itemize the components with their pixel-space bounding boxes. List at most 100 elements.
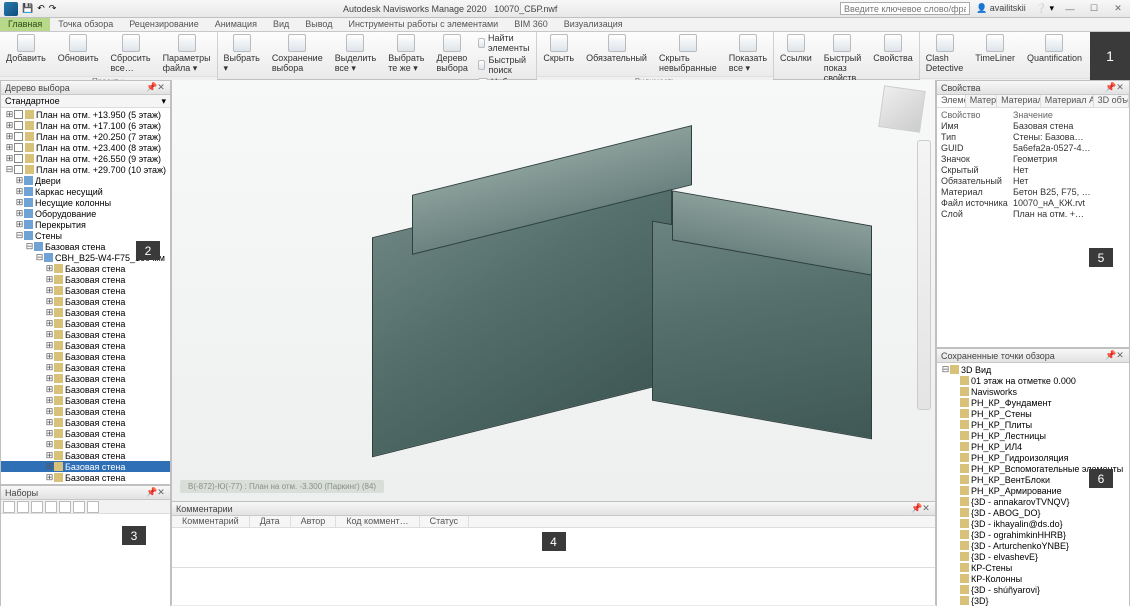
expand-icon[interactable]: ⊞	[45, 274, 54, 285]
ribbon-button[interactable]: Показать все ▾	[723, 32, 773, 76]
column-header[interactable]: Код коммент…	[336, 516, 419, 527]
expand-icon[interactable]: ⊞	[15, 186, 24, 197]
viewpoint-row[interactable]: 01 этаж на отметке 0.000	[937, 375, 1129, 386]
expand-icon[interactable]: ⊞	[45, 362, 54, 373]
tree-row[interactable]: ⊟План на отм. +29.700 (10 этаж)	[1, 164, 170, 175]
ribbon-button[interactable]: Скрыть	[537, 32, 580, 76]
property-row[interactable]: ОбязательныйНет	[937, 176, 1129, 187]
viewpoint-row[interactable]: {3D - shúñyarovi}	[937, 584, 1129, 595]
viewpoint-row[interactable]: КР-Колонны	[937, 573, 1129, 584]
window-minimize-icon[interactable]: —	[1058, 4, 1082, 14]
tree-row[interactable]: ⊞Базовая стена	[1, 340, 170, 351]
sets-tool-button[interactable]	[3, 501, 15, 513]
expand-icon[interactable]: ⊞	[5, 109, 14, 120]
ribbon-tab[interactable]: Точка обзора	[50, 18, 121, 31]
ribbon-button[interactable]: Clash Detective	[920, 32, 970, 78]
close-icon[interactable]: ✕	[1115, 82, 1125, 93]
expand-icon[interactable]: ⊞	[45, 285, 54, 296]
help-icon[interactable]: ❔ ▾	[1032, 3, 1058, 14]
expand-icon[interactable]: ⊞	[45, 307, 54, 318]
expand-icon[interactable]: ⊞	[45, 417, 54, 428]
qat-save-icon[interactable]: 💾	[22, 3, 33, 14]
viewpoint-row[interactable]: {3D}	[937, 595, 1129, 606]
property-row[interactable]: ЗначокГеометрия	[937, 154, 1129, 165]
sets-tool-button[interactable]	[87, 501, 99, 513]
property-row[interactable]: ИмяБазовая стена	[937, 121, 1129, 132]
checkbox[interactable]	[14, 110, 23, 119]
window-close-icon[interactable]: ✕	[1106, 3, 1130, 14]
tree-row[interactable]: ⊞Базовая стена	[1, 417, 170, 428]
app-logo-icon[interactable]	[4, 2, 18, 16]
pin-icon[interactable]: 📌	[1105, 350, 1115, 361]
ribbon-tab[interactable]: Вывод	[297, 18, 340, 31]
viewpoint-row[interactable]: {3D - ikhayalin@ds.do}	[937, 518, 1129, 529]
viewpoint-row[interactable]: РН_КР_Стены	[937, 408, 1129, 419]
tree-row[interactable]: ⊞Оборудование	[1, 208, 170, 219]
tree-row[interactable]: ⊞Базовая стена	[1, 318, 170, 329]
tree-row[interactable]: ⊞Базовая стена	[1, 274, 170, 285]
viewpoint-row[interactable]: Navisworks	[937, 386, 1129, 397]
ribbon-button[interactable]: Быстрый показ свойств	[818, 32, 868, 85]
tree-row[interactable]: ⊞Двери	[1, 175, 170, 186]
tree-row[interactable]: ⊞План на отм. +20.250 (7 этаж)	[1, 131, 170, 142]
sets-tool-button[interactable]	[31, 501, 43, 513]
expand-icon[interactable]: ⊞	[5, 153, 14, 164]
ribbon-button[interactable]: Параметры файла ▾	[157, 32, 217, 76]
ribbon-tab[interactable]: BIM 360	[506, 18, 556, 31]
expand-icon[interactable]: ⊞	[45, 472, 54, 483]
pin-icon[interactable]: 📌	[911, 503, 921, 514]
close-icon[interactable]: ✕	[156, 82, 166, 93]
viewpoint-row[interactable]: {3D - ArturchenkoYNBE}	[937, 540, 1129, 551]
pin-icon[interactable]: 📌	[146, 487, 156, 498]
ribbon-button-small[interactable]: Найти элементы	[474, 32, 536, 54]
tree-row[interactable]: ⊞Базовая стена	[1, 296, 170, 307]
close-icon[interactable]: ✕	[1115, 350, 1125, 361]
expand-icon[interactable]: ⊞	[45, 406, 54, 417]
expand-icon[interactable]: ⊟	[941, 364, 950, 375]
close-icon[interactable]: ✕	[156, 487, 166, 498]
expand-icon[interactable]: ⊞	[45, 296, 54, 307]
tree-row[interactable]: ⊞План на отм. +23.400 (8 этаж)	[1, 142, 170, 153]
viewpoint-row[interactable]: ⊟3D Вид	[937, 364, 1129, 375]
expand-icon[interactable]: ⊞	[45, 373, 54, 384]
checkbox[interactable]	[14, 154, 23, 163]
ribbon-tab[interactable]: Анимация	[207, 18, 265, 31]
expand-icon[interactable]: ⊞	[45, 329, 54, 340]
expand-icon[interactable]: ⊞	[15, 219, 24, 230]
property-tab[interactable]: 3D объекты	[1094, 95, 1129, 107]
sets-tool-button[interactable]	[45, 501, 57, 513]
expand-icon[interactable]: ⊞	[15, 197, 24, 208]
viewpoint-row[interactable]: РН_КР_Гидроизоляция	[937, 452, 1129, 463]
tree-row[interactable]: ⊞Базовая стена	[1, 373, 170, 384]
property-tab[interactable]: Элемент	[937, 95, 966, 107]
expand-icon[interactable]: ⊞	[5, 131, 14, 142]
properties-grid[interactable]: СвойствоЗначениеИмяБазовая стенаТипСтены…	[937, 108, 1129, 222]
ribbon-tab[interactable]: Инструменты работы с элементами	[340, 18, 506, 31]
property-row[interactable]: СлойПлан на отм. +…	[937, 209, 1129, 220]
qat-redo-icon[interactable]: ↷	[49, 3, 57, 14]
expand-icon[interactable]: ⊟	[5, 164, 14, 175]
expand-icon[interactable]: ⊟	[35, 252, 44, 263]
viewpoint-row[interactable]: РН_КР_Фундамент	[937, 397, 1129, 408]
checkbox[interactable]	[14, 143, 23, 152]
expand-icon[interactable]: ⊞	[45, 461, 54, 472]
expand-icon[interactable]: ⊞	[45, 439, 54, 450]
expand-icon[interactable]: ⊞	[45, 384, 54, 395]
tree-row[interactable]: ⊞Базовая стена	[1, 384, 170, 395]
ribbon-button[interactable]: Ссылки	[774, 32, 818, 85]
3d-viewport[interactable]: В(-872)-Ю(-77) : План на отм. -3.300 (Па…	[172, 80, 935, 501]
expand-icon[interactable]: ⊞	[45, 450, 54, 461]
user-menu[interactable]: 👤 availitskii	[970, 3, 1032, 14]
tree-row[interactable]: ⊞Базовая стена	[1, 472, 170, 483]
tree-row[interactable]: ⊞Перекрытия	[1, 219, 170, 230]
expand-icon[interactable]: ⊞	[45, 263, 54, 274]
property-row[interactable]: СкрытыйНет	[937, 165, 1129, 176]
ribbon-button[interactable]: Свойства	[867, 32, 919, 85]
close-icon[interactable]: ✕	[921, 503, 931, 514]
tree-mode-dropdown[interactable]: Стандартное	[5, 96, 60, 106]
tree-row[interactable]: ⊞Базовая стена	[1, 351, 170, 362]
tree-row[interactable]: ⊞Базовая стена	[1, 439, 170, 450]
pin-icon[interactable]: 📌	[146, 82, 156, 93]
viewpoint-row[interactable]: РН_КР_Плиты	[937, 419, 1129, 430]
expand-icon[interactable]: ⊞	[5, 120, 14, 131]
